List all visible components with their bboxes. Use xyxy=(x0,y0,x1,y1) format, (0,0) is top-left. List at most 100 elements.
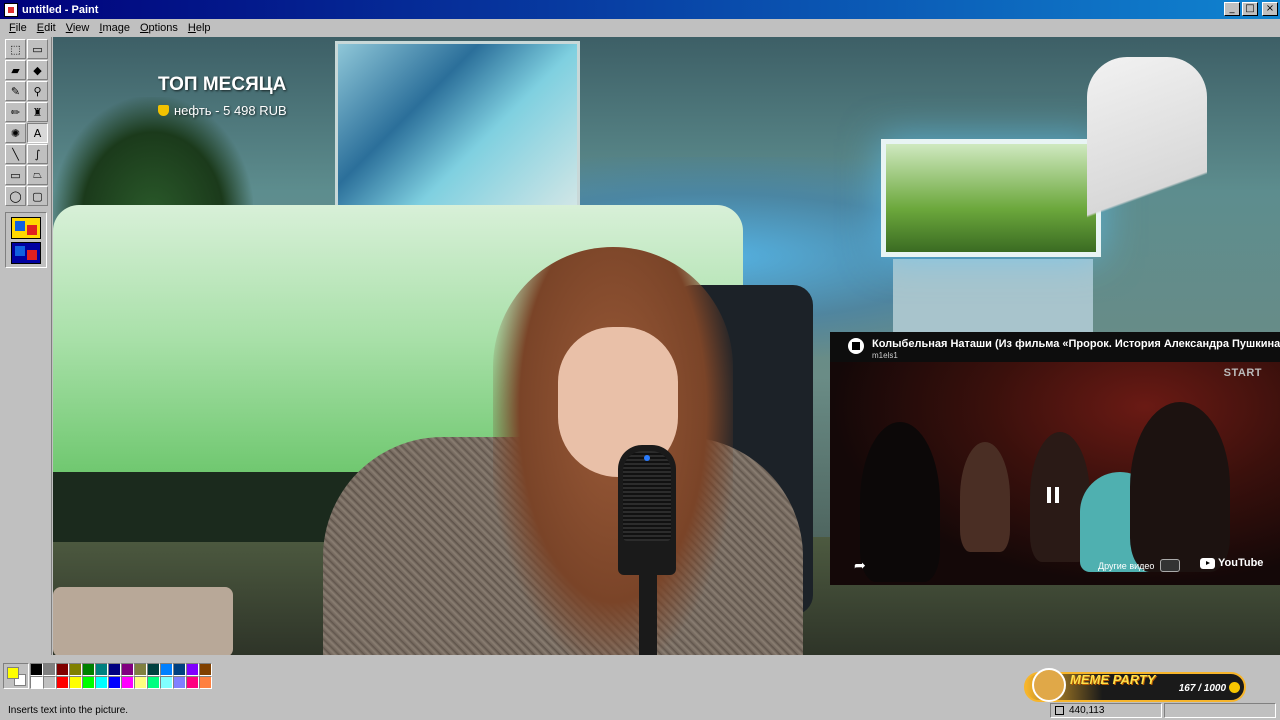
youtube-logo[interactable]: YouTube xyxy=(1200,557,1263,569)
color-swatch[interactable] xyxy=(121,663,134,676)
video-player[interactable]: Колыбельная Наташи (Из фильма «Пророк. И… xyxy=(830,332,1280,585)
color-swatch[interactable] xyxy=(69,663,82,676)
drawing-canvas[interactable]: ТОП МЕСЯЦА нефть - 5 498 RUB Колыбельная… xyxy=(53,37,1280,655)
select-tool[interactable]: ▭ xyxy=(27,39,48,59)
close-button[interactable]: × xyxy=(1262,2,1278,16)
pencil-tool[interactable]: ✏ xyxy=(5,102,26,122)
status-text: Inserts text into the picture. xyxy=(8,705,129,716)
text-tool[interactable]: A xyxy=(27,123,48,143)
menu-file[interactable]: File xyxy=(4,22,32,34)
stool xyxy=(53,587,233,655)
video-figure xyxy=(860,422,940,582)
select-icon: ▭ xyxy=(32,42,43,56)
color-swatch[interactable] xyxy=(160,676,173,689)
color-swatch[interactable] xyxy=(95,663,108,676)
video-title[interactable]: Колыбельная Наташи (Из фильма «Пророк. И… xyxy=(872,338,1280,350)
color-swatch[interactable] xyxy=(95,676,108,689)
line-icon: ╲ xyxy=(12,147,19,161)
cursor-position-icon xyxy=(1055,706,1064,715)
youtube-icon xyxy=(1200,557,1215,569)
microphone-grill xyxy=(623,451,671,541)
tool-grid: ⬚ ▭ ▰ ◆ ✎ ⚲ ✏ ♜ ✺ A ╲ ∫ ▭ ⏢ ◯ ▢ xyxy=(5,39,51,206)
toolbox: ⬚ ▭ ▰ ◆ ✎ ⚲ ✏ ♜ ✺ A ╲ ∫ ▭ ⏢ ◯ ▢ xyxy=(0,37,52,655)
channel-logo-icon[interactable] xyxy=(848,338,864,354)
fill-tool[interactable]: ◆ xyxy=(27,60,48,80)
color-swatch[interactable] xyxy=(147,676,160,689)
eraser-tool[interactable]: ▰ xyxy=(5,60,26,80)
color-swatch[interactable] xyxy=(199,676,212,689)
meme-party-widget: MEME PARTY 167 / 1000 xyxy=(1024,668,1246,702)
desk-lamp xyxy=(1087,57,1207,277)
color-swatch[interactable] xyxy=(108,676,121,689)
polygon-icon: ⏢ xyxy=(33,168,42,181)
text-icon: A xyxy=(33,126,42,140)
status-bar: Inserts text into the picture. 440,113 xyxy=(0,701,1280,720)
video-info: Колыбельная Наташи (Из фильма «Пророк. И… xyxy=(872,338,1280,360)
foreground-color-swatch xyxy=(7,667,19,679)
color-swatch[interactable] xyxy=(56,676,69,689)
video-frame xyxy=(830,362,1280,585)
aquarium-stand xyxy=(893,259,1093,339)
color-swatch[interactable] xyxy=(134,663,147,676)
meme-party-title: MEME PARTY xyxy=(1070,672,1156,687)
rectangle-icon: ▭ xyxy=(10,168,21,182)
microphone-led-icon xyxy=(644,455,650,461)
window-controls: _ □ × xyxy=(1224,2,1278,16)
video-header: Колыбельная Наташи (Из фильма «Пророк. И… xyxy=(830,332,1280,362)
minimize-button[interactable]: _ xyxy=(1224,2,1240,16)
color-swatch[interactable] xyxy=(186,663,199,676)
color-swatch[interactable] xyxy=(56,663,69,676)
color-swatch[interactable] xyxy=(108,663,121,676)
magnifier-tool[interactable]: ⚲ xyxy=(27,81,48,101)
video-figure xyxy=(960,442,1010,552)
menu-view[interactable]: View xyxy=(61,22,95,34)
color-swatch[interactable] xyxy=(173,663,186,676)
trophy-icon xyxy=(158,105,169,116)
youtube-label: YouTube xyxy=(1218,557,1264,569)
menu-options[interactable]: Options xyxy=(135,22,183,34)
maximize-button[interactable]: □ xyxy=(1242,2,1258,16)
color-swatch[interactable] xyxy=(82,676,95,689)
video-channel[interactable]: m1els1 xyxy=(872,351,1280,360)
rounded-rect-tool[interactable]: ▢ xyxy=(27,186,48,206)
doge-icon xyxy=(1032,668,1066,702)
color-swatch[interactable] xyxy=(30,663,43,676)
share-icon[interactable]: ➦ xyxy=(854,558,866,574)
paint-app-icon[interactable] xyxy=(4,2,18,17)
color-swatch[interactable] xyxy=(43,663,56,676)
pencil-icon: ✏ xyxy=(10,105,21,119)
menu-edit[interactable]: Edit xyxy=(32,22,61,34)
color-swatch[interactable] xyxy=(30,676,43,689)
line-tool[interactable]: ╲ xyxy=(5,144,26,164)
opaque-option-icon[interactable] xyxy=(11,216,41,239)
ellipse-tool[interactable]: ◯ xyxy=(5,186,26,206)
brush-tool[interactable]: ♜ xyxy=(27,102,48,122)
color-swatch[interactable] xyxy=(160,663,173,676)
color-swatch[interactable] xyxy=(43,676,56,689)
free-select-icon: ⬚ xyxy=(10,42,21,56)
video-figure xyxy=(1130,402,1230,572)
top-donor: нефть - 5 498 RUB xyxy=(158,103,287,118)
airbrush-tool[interactable]: ✺ xyxy=(5,123,26,143)
more-videos-button[interactable]: Другие видео xyxy=(1098,559,1181,572)
curve-tool[interactable]: ∫ xyxy=(27,144,48,164)
menu-help[interactable]: Help xyxy=(183,22,216,34)
color-swatch[interactable] xyxy=(147,663,160,676)
transparent-option-icon[interactable] xyxy=(11,241,41,264)
color-swatch[interactable] xyxy=(134,676,147,689)
pause-icon[interactable] xyxy=(1047,487,1059,503)
color-swatch[interactable] xyxy=(121,676,134,689)
color-swatch[interactable] xyxy=(82,663,95,676)
tool-options-panel xyxy=(5,212,47,268)
menu-image[interactable]: Image xyxy=(94,22,135,34)
color-swatch[interactable] xyxy=(173,676,186,689)
color-swatch[interactable] xyxy=(69,676,82,689)
microphone-stand xyxy=(639,572,657,655)
free-select-tool[interactable]: ⬚ xyxy=(5,39,26,59)
rectangle-tool[interactable]: ▭ xyxy=(5,165,26,185)
color-swatch[interactable] xyxy=(199,663,212,676)
color-swatch[interactable] xyxy=(186,676,199,689)
color-picker-tool[interactable]: ✎ xyxy=(5,81,26,101)
current-colors xyxy=(3,663,29,689)
polygon-tool[interactable]: ⏢ xyxy=(27,165,48,185)
